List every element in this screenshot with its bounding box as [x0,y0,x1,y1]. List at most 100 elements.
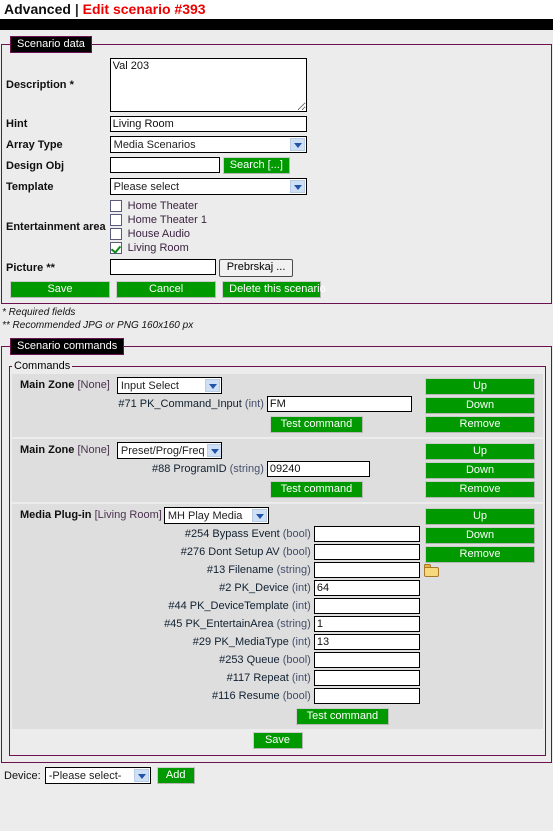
entertainment-area-label: Entertainment area [6,221,106,233]
scenario-data-form: Description * Hint Array Type Media Scen… [4,56,549,279]
browse-button[interactable]: Prebrskaj ... [218,259,294,277]
remove-button[interactable]: Remove [425,546,535,563]
parameter-type: (bool) [282,654,311,666]
parameter-input[interactable] [313,526,420,542]
parameter-label: #276 Dont Setup AV (bool) [164,546,314,558]
command-select[interactable]: Preset/Prog/Freq [116,442,222,459]
row-array-type: Array Type Media Scenarios [4,134,549,155]
command-select-value: MH Play Media [167,509,243,522]
parameter-name: #13 Filename [206,564,274,576]
picture-file-input[interactable] [109,259,216,275]
commands-legend: Commands [14,360,71,372]
delete-scenario-button[interactable]: Delete this scenario [222,281,326,298]
template-value: Please select [113,180,180,193]
parameter-name: #117 Repeat [226,672,289,684]
command-group: Main Zone [None] Input Select #71 PK_Comma… [12,374,543,437]
entertainment-area-item[interactable]: Home Theater 1 [109,213,547,227]
device-add-row: Device: -Please select- Add [0,763,553,784]
parameter-input[interactable] [266,396,412,412]
parameter-type: (int) [291,582,311,594]
parameter-label: #71 PK_Command_Input (int) [112,398,267,410]
remove-button[interactable]: Remove [425,481,535,498]
footnote-picture: ** Recommended JPG or PNG 160x160 px [2,320,194,331]
search-button[interactable]: Search [...] [222,157,290,174]
picture-cell: Prebrskaj ... [108,257,549,279]
folder-icon[interactable] [423,563,439,577]
command-row-buttons: Up Down Remove [425,378,535,435]
add-device-button[interactable]: Add [156,767,195,784]
checkbox-living-room[interactable] [109,242,122,254]
design-obj-cell: Search [...] [108,155,549,176]
down-button[interactable]: Down [425,397,535,414]
entertainment-area-list: Home Theater Home Theater 1 House Audio Liv… [109,199,547,255]
template-select[interactable]: Please select [109,178,307,195]
command-zone-label: Media Plug-in [Living Room] [14,507,162,521]
up-button[interactable]: Up [425,443,535,460]
form-footnotes: * Required fields ** Recommended JPG or … [0,304,553,332]
entertainment-area-cell: Home Theater Home Theater 1 House Audio Liv… [108,197,549,257]
chevron-down-icon [289,138,305,151]
down-button[interactable]: Down [425,527,535,544]
scenario-commands-legend: Scenario commands [10,338,125,355]
parameter-input[interactable] [313,616,420,632]
chevron-down-icon [204,379,220,392]
cancel-button[interactable]: Cancel [116,281,217,298]
hint-cell [108,114,549,134]
entertainment-area-item[interactable]: House Audio [109,227,547,241]
scenario-commands-panel: Scenario commands Commands Main Zone [No… [1,338,552,763]
parameter-input[interactable] [313,544,420,560]
parameter-name: #29 PK_MediaType [192,636,289,648]
parameter-type: (bool) [282,528,311,540]
commands-save-button[interactable]: Save [252,732,303,749]
remove-button[interactable]: Remove [425,416,535,433]
checkbox-home-theater[interactable] [109,200,122,212]
command-select[interactable]: Input Select [116,377,222,394]
parameter-input[interactable] [313,580,420,596]
design-obj-input[interactable] [109,157,220,173]
entertainment-area-label: House Audio [127,228,191,240]
checkbox-house-audio[interactable] [109,228,122,240]
down-button[interactable]: Down [425,462,535,479]
description-input[interactable] [109,58,307,112]
command-group: Media Plug-in [Living Room] MH Play Media… [12,504,543,729]
breadcrumb-root[interactable]: Advanced [4,1,71,17]
up-button[interactable]: Up [425,378,535,395]
entertainment-area-item[interactable]: Home Theater [109,199,547,213]
parameter-input[interactable] [313,652,420,668]
save-button[interactable]: Save [10,281,110,298]
test-command-button[interactable]: Test command [269,481,364,498]
array-type-label: Array Type [6,138,63,151]
row-entertainment-area: Entertainment area Home Theater Home Thea… [4,197,549,257]
up-button[interactable]: Up [425,508,535,525]
parameter-label: #13 Filename (string) [164,564,314,576]
parameter-name: #253 Queue [219,654,280,666]
description-cell [108,56,549,114]
test-command-button[interactable]: Test command [269,416,364,433]
picture-label: Picture ** [6,262,55,274]
parameter-input[interactable] [313,670,420,686]
parameter-name: #71 PK_Command_Input [118,398,242,410]
command-select[interactable]: MH Play Media [163,507,269,524]
parameter-label: #2 PK_Device (int) [164,582,314,594]
description-label: Description * [4,56,108,114]
hint-input[interactable] [109,116,307,132]
header-divider-bar [0,19,553,30]
parameter-input[interactable] [313,688,420,704]
parameter-name: #2 PK_Device [219,582,289,594]
test-command-button[interactable]: Test command [295,708,390,725]
scenario-data-actions: Save Cancel Delete this scenario [4,279,549,299]
device-select[interactable]: -Please select- [44,767,151,784]
parameter-input[interactable] [313,598,420,614]
parameter-row: #44 PK_DeviceTemplate (int) [164,598,541,614]
parameter-input[interactable] [313,634,420,650]
parameter-name: #88 ProgramID [151,463,227,475]
scenario-data-panel: Scenario data Description * Hint Array T… [1,36,552,304]
entertainment-area-item[interactable]: Living Room [109,241,547,255]
parameter-type: (string) [276,618,311,630]
checkbox-home-theater-1[interactable] [109,214,122,226]
array-type-select[interactable]: Media Scenarios [109,136,307,153]
parameter-input[interactable] [313,562,420,578]
command-group: Main Zone [None] Preset/Prog/Freq #88 Prog… [12,439,543,502]
parameter-input[interactable] [266,461,370,477]
zone-name: Main Zone [20,379,75,391]
